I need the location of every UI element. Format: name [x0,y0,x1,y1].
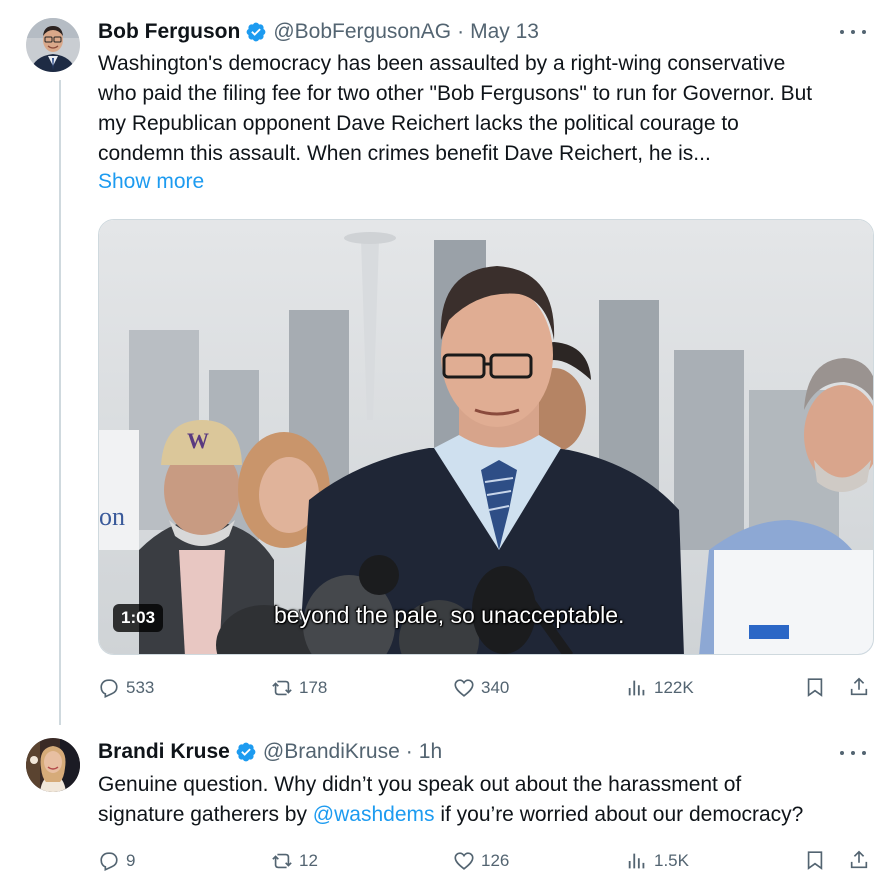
tweet-actions: 533 178 340 122K [98,676,874,706]
tweet-actions: 9 12 126 1.5K [98,849,874,879]
handle[interactable]: @BrandiKruse [263,739,400,765]
views-count: 122K [654,678,694,697]
cap-logo: W [187,428,209,453]
repost-icon [272,853,292,869]
sign-text: on [99,502,125,531]
reply-count: 9 [126,851,136,870]
show-more-link[interactable]: Show more [98,170,204,194]
tweet-text-line: who paid the filing fee for two other "B… [98,82,813,105]
video-caption: beyond the pale, so unacceptable. [274,602,625,628]
tweet-text-segment: signature gatherers by [98,803,313,826]
bookmark-button[interactable] [804,849,826,871]
tweet-header: Bob Ferguson @BobFergusonAG · May 13 [98,19,539,45]
like-icon [454,852,474,870]
reply-icon [100,679,118,698]
views-icon [628,680,645,696]
share-icon [850,850,868,869]
repost-count: 178 [299,678,328,697]
avatar-bob-ferguson[interactable] [26,18,80,72]
thread-connector-line [59,80,61,725]
like-count: 126 [481,851,510,870]
tweet-text-line: condemn this assault. When crimes benefi… [98,142,711,165]
reply-button[interactable]: 9 [98,849,135,873]
views-button[interactable]: 1.5K [626,849,689,873]
handle[interactable]: @BobFergusonAG [273,19,451,45]
share-icon [850,677,868,696]
repost-count: 12 [299,851,318,870]
tweet-header: Brandi Kruse @BrandiKruse · 1h [98,739,442,765]
bookmark-button[interactable] [804,676,826,698]
share-button[interactable] [848,676,870,698]
repost-button[interactable]: 12 [271,849,318,873]
timestamp[interactable]: 1h [419,739,442,765]
avatar-brandi-kruse[interactable] [26,738,80,792]
like-button[interactable]: 340 [453,676,509,700]
tweet-text-line: Genuine question. Why didn’t you speak o… [98,773,742,796]
tweet-text-line: my Republican opponent Dave Reichert lac… [98,112,739,135]
share-button[interactable] [848,849,870,871]
timestamp[interactable]: May 13 [470,19,539,45]
like-icon [454,679,474,697]
video-player[interactable]: W on 1:03 beyond the pale, so unacceptab… [98,219,874,655]
reply-icon [100,852,118,871]
reply-button[interactable]: 533 [98,676,154,700]
video-duration: 1:03 [113,604,164,632]
views-button[interactable]: 122K [626,676,694,700]
separator-dot: · [457,20,465,43]
repost-icon [272,680,292,696]
verified-badge-icon [236,742,256,762]
separator-dot: · [405,740,413,763]
bookmark-icon [807,851,823,870]
video-frame: W on [99,220,873,654]
like-count: 340 [481,678,510,697]
display-name[interactable]: Bob Ferguson [98,19,240,45]
tweet-text-line: signature gatherers by @washdems if you’… [98,800,868,830]
more-icon[interactable] [840,748,866,758]
tweet-text-line: Washington's democracy has been assaulte… [98,52,786,75]
reply-count: 533 [126,678,155,697]
tweet-text-segment: if you’re worried about our democracy? [434,803,804,826]
like-button[interactable]: 126 [453,849,509,873]
repost-button[interactable]: 178 [271,676,327,700]
tweet-text: Washington's democracy has been assaulte… [98,49,868,169]
mention-link[interactable]: @washdems [313,803,435,826]
tweet-text: Genuine question. Why didn’t you speak o… [98,770,868,830]
verified-badge-icon [246,22,266,42]
views-count: 1.5K [654,851,689,870]
more-icon[interactable] [840,27,866,37]
views-icon [628,853,645,869]
display-name[interactable]: Brandi Kruse [98,739,230,765]
bookmark-icon [807,678,823,697]
